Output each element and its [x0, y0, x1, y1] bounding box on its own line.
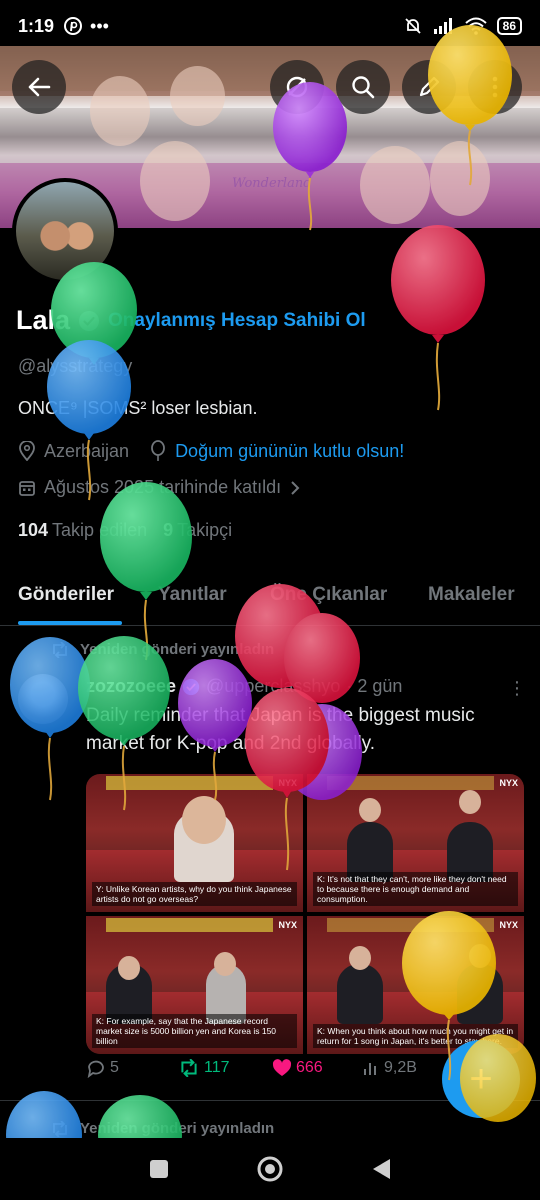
mute-account-button[interactable]	[270, 60, 324, 114]
tweet-media-image[interactable]: NYX K: When you think about how much you…	[307, 916, 524, 1054]
get-verified-link[interactable]: Onaylanmış Hesap Sahibi Ol	[108, 310, 366, 332]
balloon	[391, 225, 485, 411]
tweet-author-name[interactable]: zozozoeee	[86, 676, 176, 697]
back-arrow-icon	[28, 77, 51, 97]
balloon	[100, 482, 192, 661]
profile-name: Lala	[16, 305, 71, 335]
profile-location: Azerbaijan	[44, 440, 130, 461]
repost-label: Yeniden gönderi yayınladın	[80, 1120, 275, 1137]
tweet-media-image[interactable]: NYX K: It's not that they can't, more li…	[307, 774, 524, 912]
search-icon	[352, 76, 375, 99]
following-count: 104	[18, 520, 49, 540]
like-count: 666	[296, 1059, 323, 1076]
media-badge: NYX	[499, 920, 518, 930]
profile-tabs: Gönderiler Yanıtlar Öne Çıkanlar Makalel…	[0, 574, 540, 626]
pinterest-icon	[64, 17, 83, 35]
reply-button[interactable]: 5	[86, 1058, 119, 1078]
plus-icon: +	[469, 1056, 493, 1101]
chevron-right-icon	[291, 480, 300, 495]
views-chart-icon	[364, 1063, 376, 1075]
media-caption: K: For example, say that the Japanese re…	[92, 1014, 297, 1048]
tab-replies[interactable]: Yanıtlar	[158, 574, 227, 606]
profile-joined: Ağustos 2025 tarihinde katıldı	[44, 477, 282, 497]
verified-badge-icon[interactable]	[78, 310, 100, 332]
repost-icon	[181, 1059, 197, 1077]
banner-text: Wonderland	[232, 176, 312, 191]
edit-button[interactable]	[402, 60, 456, 114]
tweet-text: Daily reminder that Japan is the biggest…	[86, 705, 475, 754]
active-tab-indicator	[18, 621, 122, 625]
media-badge: NYX	[278, 920, 297, 930]
more-dots-icon: •••	[90, 15, 109, 36]
tab-posts[interactable]: Gönderiler	[18, 574, 114, 606]
views-button[interactable]: 9,2B	[362, 1059, 417, 1077]
android-nav-bar	[0, 1138, 540, 1200]
profile-joined-row[interactable]: Ağustos 2025 tarihinde katıldı	[18, 477, 301, 498]
following-label: Takip edilen	[52, 520, 148, 540]
tweet-header: zozozoeee @upperclasshyo · 2 gün	[86, 676, 402, 697]
tweet-author-avatar[interactable]	[18, 674, 68, 724]
profile-bio: ONCE⁹ |SOMS² loser lesbian.	[18, 398, 258, 418]
followers-count: 9	[163, 520, 174, 540]
repost-indicator: Yeniden gönderi yayınladın	[50, 1120, 274, 1137]
battery-icon: 86	[496, 17, 522, 35]
search-button[interactable]	[336, 60, 390, 114]
follow-stats: 104 Takip edilen 9 Takipçi	[18, 520, 232, 541]
home-circle-icon[interactable]	[256, 1155, 284, 1183]
tab-highlights[interactable]: Öne Çıkanlar	[270, 574, 387, 606]
tweet-media-image[interactable]: NYX K: For example, say that the Japanes…	[86, 916, 303, 1054]
views-count: 9,2B	[384, 1059, 417, 1076]
repost-indicator: Yeniden gönderi yayınladın	[50, 641, 274, 658]
followers-label: Takipçi	[177, 520, 233, 540]
reply-count: 5	[110, 1059, 119, 1076]
verified-badge-icon	[182, 678, 200, 695]
repost-label: Yeniden gönderi yayınladın	[80, 641, 275, 658]
repost-count: 117	[204, 1059, 230, 1076]
tweet-media-image[interactable]: NYX Y: Unlike Korean artists, why do you…	[86, 774, 303, 912]
reply-icon	[87, 1060, 104, 1078]
edit-icon	[419, 76, 440, 97]
compose-button[interactable]: +	[442, 1040, 520, 1118]
signal-icon	[433, 18, 452, 34]
following-link[interactable]: 104 Takip edilen	[18, 520, 147, 541]
profile-avatar[interactable]	[12, 178, 118, 284]
tweet-more-icon[interactable]: ⋮	[508, 678, 526, 699]
followers-link[interactable]: 9 Takipçi	[163, 520, 232, 541]
wifi-icon	[464, 17, 487, 35]
repost-button[interactable]: 117	[178, 1059, 230, 1077]
media-caption: Y: Unlike Korean artists, why do you thi…	[92, 882, 297, 906]
like-button[interactable]: 666	[272, 1059, 323, 1077]
tweet-time: · 2 gün	[346, 676, 403, 696]
status-bar: 1:19 ••• 86	[0, 0, 540, 52]
back-button[interactable]	[12, 60, 66, 114]
repost-icon	[53, 641, 67, 658]
profile-meta-row: Azerbaijan Doğum gününün kutlu olsun!	[18, 440, 404, 462]
calendar-icon	[19, 480, 35, 496]
location-icon	[19, 441, 35, 461]
birthday-link[interactable]: Doğum gününün kutlu olsun!	[175, 441, 404, 462]
recents-square-icon[interactable]	[148, 1158, 170, 1180]
tweet-author-handle[interactable]: @upperclasshyo	[206, 676, 340, 697]
slash-eye-icon	[286, 76, 308, 98]
mute-icon	[405, 18, 421, 34]
profile-name-row: Lala Onaylanmış Hesap Sahibi Ol	[16, 305, 366, 336]
media-badge: NYX	[278, 778, 297, 788]
media-caption: K: It's not that they can't, more like t…	[313, 872, 518, 906]
balloon-icon	[151, 440, 165, 461]
back-triangle-icon[interactable]	[370, 1157, 392, 1181]
profile-handle: @alysstrategy	[18, 356, 133, 376]
clock: 1:19	[18, 15, 55, 36]
tweet-media-grid[interactable]: NYX Y: Unlike Korean artists, why do you…	[86, 774, 524, 1054]
more-vertical-icon	[492, 76, 498, 98]
heart-icon	[272, 1059, 292, 1076]
repost-icon	[53, 1120, 67, 1137]
more-button[interactable]	[468, 60, 522, 114]
media-badge: NYX	[499, 778, 518, 788]
tab-articles[interactable]: Makaleler	[428, 574, 515, 606]
